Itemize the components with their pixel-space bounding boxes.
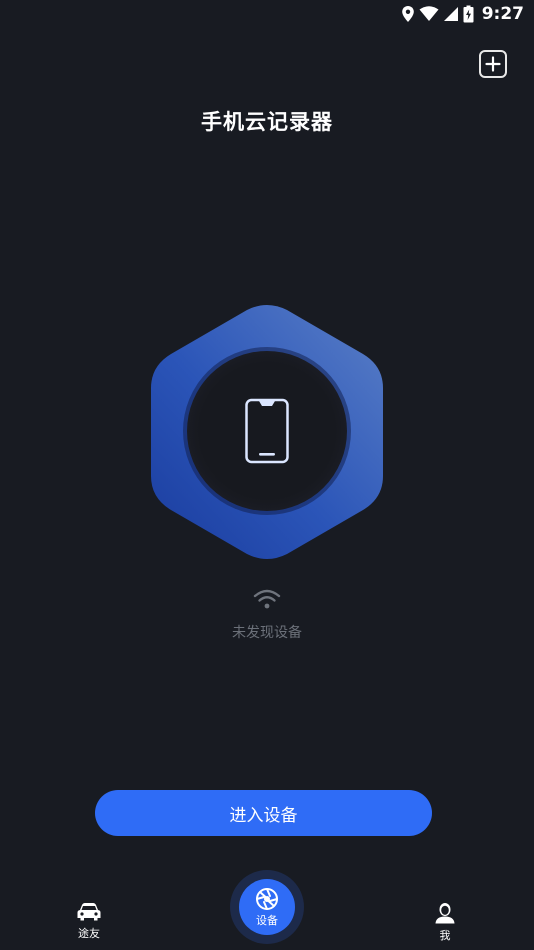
tab-me[interactable]: 我 [415,902,475,943]
car-icon [77,903,101,921]
cell-signal-icon [443,7,458,21]
plus-icon [485,56,501,72]
camera-shutter-icon [256,887,278,910]
wifi-icon [253,589,281,609]
tab-device-button: 设备 [239,879,295,935]
tab-tuyou[interactable]: 途友 [59,902,119,941]
status-icons: 9:27 [401,3,524,25]
device-illustration [149,304,385,560]
tab-label: 途友 [78,927,100,940]
wifi-signal-icon [419,6,439,21]
tab-label: 我 [439,929,451,942]
battery-icon [463,5,474,23]
inner-circle [187,351,347,511]
tab-device[interactable]: 设备 [230,870,304,944]
tab-label: 设备 [256,913,278,927]
add-device-button[interactable] [479,50,507,78]
enter-device-button[interactable]: 进入设备 [95,790,432,836]
page-title: 手机云记录器 [201,110,333,134]
profile-icon [435,903,455,924]
status-time: 9:27 [481,4,524,24]
device-status-text: 未发现设备 [232,625,302,641]
status-bar: 9:27 [0,0,534,28]
location-icon [401,6,414,22]
